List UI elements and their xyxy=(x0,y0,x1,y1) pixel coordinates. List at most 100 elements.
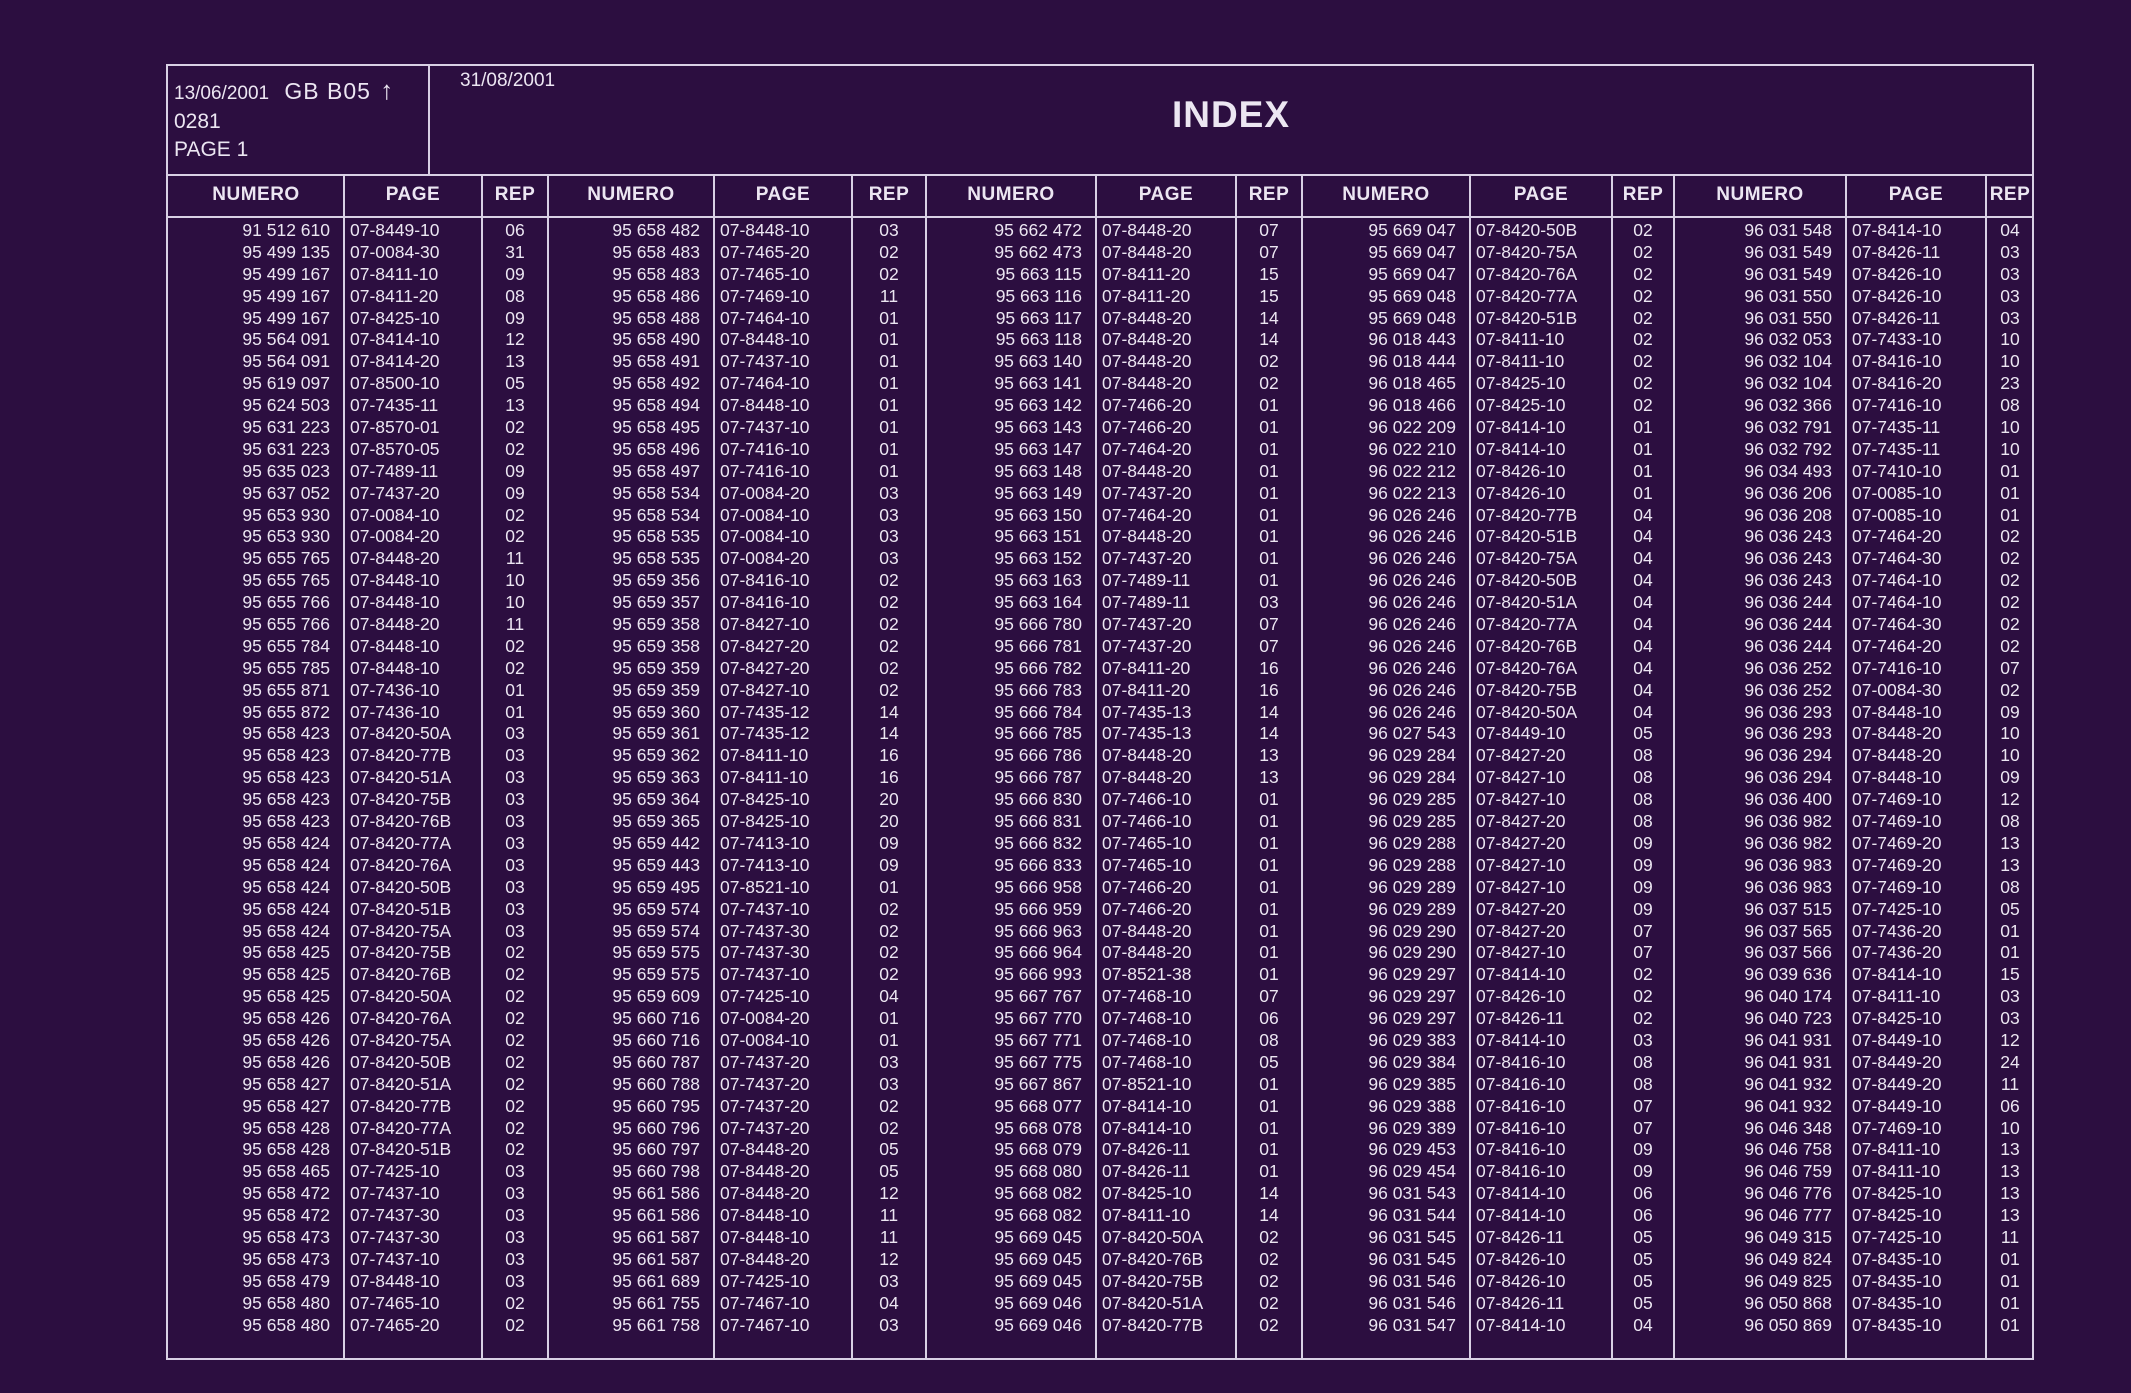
table-cell-numero: 96 026 246 xyxy=(1368,570,1456,591)
table-cell-rep: 03 xyxy=(2000,986,2020,1007)
table-cell-page: 07-8426-10 xyxy=(1476,482,1566,503)
table-cell-rep: 15 xyxy=(1259,285,1279,306)
table-cell-page: 07-8420-77B xyxy=(350,745,452,766)
table-cell-rep: 03 xyxy=(505,1270,525,1291)
table-cell-page: 07-8414-10 xyxy=(1476,1314,1566,1335)
table-cell-numero: 96 036 208 xyxy=(1744,504,1832,525)
column-header-numero: NUMERO xyxy=(967,184,1055,205)
table-cell-page: 07-8425-10 xyxy=(1852,1183,1942,1204)
table-cell-numero: 96 036 400 xyxy=(1744,789,1832,810)
table-cell-numero: 96 029 453 xyxy=(1368,1139,1456,1160)
column-rep-values: 04 03 03 03 03 10 10 23 08 10 10 01 01 01 02 02 02 02 02 02… xyxy=(1986,220,2034,1336)
table-cell-rep: 01 xyxy=(1259,417,1279,438)
table-cell-page: 07-8414-20 xyxy=(350,351,440,372)
table-cell-numero: 96 032 791 xyxy=(1744,417,1832,438)
table-cell-page: 07-8426-11 xyxy=(1476,1226,1565,1247)
table-cell-rep: 06 xyxy=(1633,1205,1653,1226)
table-cell-numero: 95 668 077 xyxy=(994,1095,1082,1116)
table-cell-page: 07-7469-20 xyxy=(1852,854,1942,875)
table-cell-rep: 01 xyxy=(1259,964,1279,985)
table-cell-rep: 02 xyxy=(1259,351,1279,372)
table-cell-page: 07-7437-30 xyxy=(720,920,810,941)
table-cell-numero: 95 658 535 xyxy=(612,526,700,547)
table-cell-page: 07-8426-10 xyxy=(1476,1270,1566,1291)
table-cell-rep: 10 xyxy=(505,570,525,591)
table-cell-rep: 10 xyxy=(2000,417,2020,438)
table-cell-numero: 95 658 427 xyxy=(242,1073,330,1094)
table-cell-numero: 95 658 425 xyxy=(242,986,330,1007)
table-cell-numero: 95 658 424 xyxy=(242,854,330,875)
table-cell-rep: 07 xyxy=(1259,986,1279,1007)
table-cell-rep: 02 xyxy=(879,898,899,919)
doc-number: 0281 xyxy=(174,110,221,133)
table-cell-rep: 02 xyxy=(505,1095,525,1116)
table-cell-rep: 01 xyxy=(1259,898,1279,919)
table-cell-rep: 11 xyxy=(2000,1073,2020,1094)
table-cell-rep: 05 xyxy=(1633,1270,1653,1291)
table-cell-page: 07-8420-50B xyxy=(350,1051,452,1072)
table-cell-numero: 95 660 796 xyxy=(612,1117,700,1138)
table-cell-rep: 01 xyxy=(1259,395,1279,416)
table-cell-page: 07-8420-50B xyxy=(350,876,452,897)
table-cell-numero: 96 029 290 xyxy=(1368,942,1456,963)
table-cell-rep: 01 xyxy=(879,438,899,459)
table-cell-rep: 07 xyxy=(1259,241,1279,262)
table-cell-numero: 95 658 480 xyxy=(242,1314,330,1335)
table-cell-numero: 95 658 425 xyxy=(242,964,330,985)
column-header-page: PAGE xyxy=(1513,184,1569,205)
table-cell-page: 07-7464-20 xyxy=(1852,526,1942,547)
column-header-rep: REP xyxy=(1989,184,2031,205)
table-cell-page: 07-8570-01 xyxy=(350,417,440,438)
table-cell-page: 07-7437-10 xyxy=(350,1248,440,1269)
table-cell-numero: 96 029 289 xyxy=(1368,898,1456,919)
table-cell-numero: 96 036 294 xyxy=(1744,745,1832,766)
table-cell-numero: 95 653 930 xyxy=(242,504,330,525)
column-header-numero: NUMERO xyxy=(1342,184,1430,205)
table-cell-page: 07-7435-11 xyxy=(350,395,439,416)
table-cell-numero: 95 658 535 xyxy=(612,548,700,569)
table-cell-rep: 14 xyxy=(1259,1205,1279,1226)
table-cell-rep: 09 xyxy=(1633,1139,1653,1160)
column-divider xyxy=(1845,174,1847,1358)
table-cell-page: 07-7416-10 xyxy=(1852,395,1942,416)
table-cell-rep: 02 xyxy=(1633,241,1653,262)
table-cell-rep: 13 xyxy=(2000,854,2020,875)
table-cell-rep: 15 xyxy=(2000,964,2020,985)
table-cell-numero: 95 663 143 xyxy=(994,417,1082,438)
column-header-page: PAGE xyxy=(1138,184,1194,205)
table-cell-rep: 09 xyxy=(879,854,899,875)
table-cell-page: 07-8416-10 xyxy=(1476,1117,1566,1138)
column-rep-values: 03 02 02 11 01 01 01 01 01 01 01 01 03 03 03 03 02 02 02 02… xyxy=(852,220,926,1336)
index-table: NUMERO 91 512 610 95 499 135 95 499 167 95 4… xyxy=(168,174,2032,1358)
table-cell-numero: 95 624 503 xyxy=(242,395,330,416)
table-cell-numero: 96 026 246 xyxy=(1368,526,1456,547)
table-cell-page: 07-7435-13 xyxy=(1102,723,1192,744)
table-cell-rep: 10 xyxy=(2000,745,2020,766)
table-cell-numero: 95 564 091 xyxy=(242,351,330,372)
table-cell-numero: 95 655 765 xyxy=(242,570,330,591)
table-cell-rep: 07 xyxy=(2000,657,2020,678)
table-cell-numero: 96 031 545 xyxy=(1368,1248,1456,1269)
table-cell-numero: 95 658 482 xyxy=(612,220,700,240)
table-cell-numero: 96 036 294 xyxy=(1744,767,1832,788)
table-cell-numero: 95 663 147 xyxy=(994,438,1082,459)
table-cell-numero: 96 029 290 xyxy=(1368,920,1456,941)
table-cell-rep: 02 xyxy=(879,964,899,985)
table-cell-page: 07-8448-10 xyxy=(720,220,810,240)
table-cell-rep: 11 xyxy=(505,548,525,569)
table-cell-numero: 95 667 775 xyxy=(994,1051,1082,1072)
table-cell-numero: 96 031 550 xyxy=(1744,307,1832,328)
table-cell-numero: 96 041 931 xyxy=(1744,1029,1832,1050)
table-cell-page: 07-0084-30 xyxy=(350,241,440,262)
table-cell-page: 07-8448-20 xyxy=(720,1183,810,1204)
table-cell-numero: 95 666 963 xyxy=(994,920,1082,941)
table-cell-page: 07-7468-10 xyxy=(1102,986,1192,1007)
table-cell-numero: 96 040 723 xyxy=(1744,1008,1832,1029)
table-cell-numero: 95 668 080 xyxy=(994,1161,1082,1182)
table-cell-numero: 95 669 047 xyxy=(1368,263,1456,284)
table-cell-page: 07-8411-10 xyxy=(1852,986,1941,1007)
table-cell-rep: 02 xyxy=(1633,285,1653,306)
table-cell-page: 07-8420-75A xyxy=(1476,548,1578,569)
table-cell-rep: 01 xyxy=(1259,1117,1279,1138)
table-cell-page: 07-8420-75A xyxy=(350,920,452,941)
